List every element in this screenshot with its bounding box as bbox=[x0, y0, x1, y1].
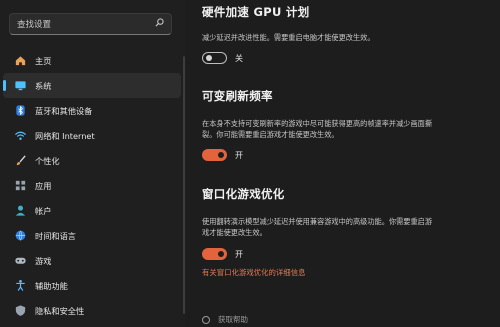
gpu-scheduling-description: 减少延迟并改进性能。需要重启电脑才能使更改生效。 bbox=[202, 33, 375, 42]
bluetooth-icon bbox=[13, 104, 27, 118]
brush-icon bbox=[13, 154, 27, 168]
variable-refresh-toggle-row: 开 bbox=[202, 149, 494, 161]
globe-clock-icon bbox=[13, 229, 27, 243]
nav-item-accessibility[interactable]: 辅助功能 bbox=[3, 273, 181, 298]
toggle-knob bbox=[218, 251, 224, 257]
gpu-scheduling-group: 硬件加速 GPU 计划 减少延迟并改进性能。需要重启电脑才能使更改生效。 关 bbox=[202, 4, 494, 64]
windowed-optimization-toggle-row: 开 bbox=[202, 248, 494, 260]
toggle-knob bbox=[218, 152, 224, 158]
nav-item-label: 个性化 bbox=[35, 155, 60, 166]
gamepad-icon bbox=[13, 254, 27, 268]
nav-item-label: 系统 bbox=[35, 80, 52, 91]
windowed-optimization-toggle[interactable] bbox=[202, 248, 227, 260]
nav-item-label: 网络和 Internet bbox=[35, 130, 95, 141]
windowed-optimization-learn-more-link[interactable]: 有关窗口化游戏优化的详细信息 bbox=[202, 267, 494, 278]
search-box[interactable]: 查找设置 bbox=[9, 13, 172, 35]
get-help-row[interactable]: 获取帮助 bbox=[202, 314, 248, 325]
nav-list: 主页 系统 蓝牙和其他设备 网络和 Internet 个性化 应用 帐户 时间和… bbox=[3, 48, 181, 323]
windowed-optimization-toggle-label: 开 bbox=[235, 249, 243, 259]
gpu-scheduling-toggle[interactable] bbox=[202, 52, 227, 64]
nav-item-bluetooth[interactable]: 蓝牙和其他设备 bbox=[3, 98, 181, 123]
wifi-icon bbox=[13, 129, 27, 143]
system-icon bbox=[13, 79, 27, 93]
variable-refresh-description-line2: 裂。你可能需要重启游戏才能使更改生效。 bbox=[202, 130, 339, 139]
gpu-scheduling-toggle-row: 关 bbox=[202, 52, 494, 64]
get-help-label[interactable]: 获取帮助 bbox=[218, 314, 248, 325]
variable-refresh-toggle-label: 开 bbox=[235, 150, 243, 160]
nav-item-system[interactable]: 系统 bbox=[3, 73, 181, 98]
accessibility-icon bbox=[13, 279, 27, 293]
nav-item-personalization[interactable]: 个性化 bbox=[3, 148, 181, 173]
windowed-optimization-group: 窗口化游戏优化 使用翻转演示模型减少延迟并使用兼容游戏中的高级功能。你需要重启游… bbox=[202, 186, 494, 278]
nav-item-label: 时间和语言 bbox=[35, 230, 76, 241]
gpu-scheduling-toggle-label: 关 bbox=[235, 53, 243, 63]
nav-item-accounts[interactable]: 帐户 bbox=[3, 198, 181, 223]
search-icon[interactable] bbox=[155, 18, 164, 30]
nav-item-network[interactable]: 网络和 Internet bbox=[3, 123, 181, 148]
settings-pane: 硬件加速 GPU 计划 减少延迟并改进性能。需要重启电脑才能使更改生效。 关 可… bbox=[186, 0, 500, 327]
variable-refresh-description: 在本身不支持可变刷新率的游戏中尽可能获得更高的帧速率并减少画面撕 裂。你可能需要… bbox=[202, 118, 494, 140]
variable-refresh-toggle[interactable] bbox=[202, 149, 227, 161]
toggle-knob bbox=[206, 55, 212, 61]
nav-scrollbar[interactable] bbox=[183, 56, 185, 314]
nav-item-label: 游戏 bbox=[35, 255, 52, 266]
nav-item-label: 主页 bbox=[35, 55, 52, 66]
nav-item-home[interactable]: 主页 bbox=[3, 48, 181, 73]
nav-item-privacy[interactable]: 隐私和安全性 bbox=[3, 298, 181, 323]
account-icon bbox=[13, 204, 27, 218]
windowed-optimization-title: 窗口化游戏优化 bbox=[202, 187, 285, 201]
nav-item-gaming[interactable]: 游戏 bbox=[3, 248, 181, 273]
nav-item-apps[interactable]: 应用 bbox=[3, 173, 181, 198]
gpu-scheduling-title: 硬件加速 GPU 计划 bbox=[202, 5, 310, 19]
windowed-optimization-description-line1: 使用翻转演示模型减少延迟并使用兼容游戏中的高级功能。你需要重启游 bbox=[202, 217, 433, 226]
windowed-optimization-description-line2: 戏才能使更改生效。 bbox=[202, 228, 267, 237]
search-input[interactable]: 查找设置 bbox=[17, 18, 51, 30]
variable-refresh-title: 可变刷新频率 bbox=[202, 89, 273, 103]
nav-item-label: 辅助功能 bbox=[35, 280, 68, 291]
apps-icon bbox=[13, 179, 27, 193]
help-icon bbox=[202, 315, 210, 324]
variable-refresh-description-line1: 在本身不支持可变刷新率的游戏中尽可能获得更高的帧速率并减少画面撕 bbox=[202, 119, 433, 128]
home-icon bbox=[13, 54, 27, 68]
shield-icon bbox=[13, 304, 27, 318]
navigation-pane: 查找设置 主页 系统 蓝牙和其他设备 网络和 Internet 个性化 应用 帐… bbox=[0, 0, 186, 327]
nav-item-time-language[interactable]: 时间和语言 bbox=[3, 223, 181, 248]
windowed-optimization-description: 使用翻转演示模型减少延迟并使用兼容游戏中的高级功能。你需要重启游 戏才能使更改生… bbox=[202, 216, 494, 238]
nav-item-label: 隐私和安全性 bbox=[35, 305, 85, 316]
nav-item-label: 蓝牙和其他设备 bbox=[35, 105, 93, 116]
variable-refresh-group: 可变刷新频率 在本身不支持可变刷新率的游戏中尽可能获得更高的帧速率并减少画面撕 … bbox=[202, 88, 494, 161]
nav-item-label: 应用 bbox=[35, 180, 52, 191]
nav-item-label: 帐户 bbox=[35, 205, 52, 216]
